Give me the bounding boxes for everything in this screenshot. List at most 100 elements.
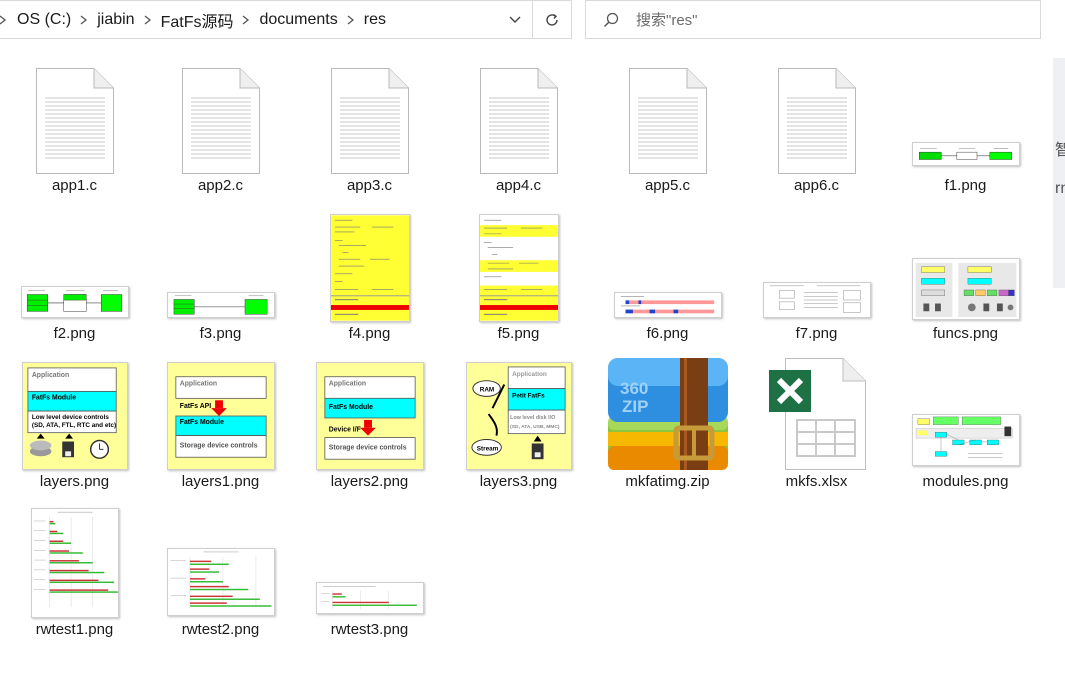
breadcrumb-folder[interactable]: jiabin [93, 11, 138, 29]
c-file-icon [444, 58, 593, 174]
file-name: f3.png [199, 325, 242, 342]
thumb-text: Stream [476, 445, 498, 452]
c-file-icon [0, 58, 149, 174]
chevron-right-icon[interactable] [237, 1, 255, 39]
thumb-text: Application [512, 371, 547, 378]
c-file-icon [742, 58, 891, 174]
image-thumbnail [295, 206, 444, 322]
file-name: f6.png [646, 325, 689, 342]
breadcrumb-drive[interactable]: OS (C:) [13, 11, 75, 29]
image-thumbnail [891, 354, 1040, 470]
file-name: rwtest3.png [330, 621, 409, 638]
file-name: layers2.png [330, 473, 409, 490]
file-item[interactable]: f4.png [295, 206, 444, 354]
file-name: layers1.png [181, 473, 260, 490]
file-item[interactable]: app2.c [146, 58, 295, 206]
chevron-right-icon[interactable] [75, 1, 93, 39]
search-placeholder: 搜索"res" [636, 12, 698, 29]
breadcrumb-current[interactable]: res [360, 11, 390, 29]
file-item[interactable]: RAM Stream Application Petit FatFs Low l… [444, 354, 593, 502]
image-thumbnail [295, 502, 444, 618]
file-item[interactable]: app6.c [742, 58, 891, 206]
address-history-button[interactable] [499, 1, 531, 38]
image-thumbnail [593, 206, 742, 322]
file-name: layers.png [39, 473, 110, 490]
file-name: funcs.png [932, 325, 999, 342]
file-name: app5.c [644, 177, 691, 194]
file-name: app4.c [495, 177, 542, 194]
thumb-text: Storage device controls [328, 444, 406, 451]
thumb-text: Device I/F [328, 427, 360, 434]
file-name: mkfs.xlsx [785, 473, 848, 490]
thumb-text: (SD, ATA, USB, MMC) [510, 424, 560, 430]
file-name: f4.png [348, 325, 391, 342]
search-box[interactable]: 搜索"res" [585, 0, 1041, 39]
file-item[interactable]: modules.png [891, 354, 1040, 502]
chevron-right-icon[interactable] [139, 1, 157, 39]
breadcrumb-folder[interactable]: FatFs源码 [157, 8, 238, 32]
file-item[interactable]: rwtest2.png [146, 502, 295, 650]
c-file-icon [295, 58, 444, 174]
chevron-right-icon[interactable] [0, 1, 13, 39]
thumb-text: Storage device controls [179, 442, 257, 449]
breadcrumb: OS (C:) jiabin FatFs源码 documents res [0, 1, 390, 39]
thumb-text: Petit FatFs [512, 392, 545, 399]
search-icon [586, 1, 636, 38]
thumb-text: FatFs Module [31, 394, 75, 401]
excel-file-icon [742, 354, 891, 470]
image-thumbnail [742, 206, 891, 322]
thumb-text: RAM [479, 386, 493, 393]
file-item[interactable]: 360 ZIP mkfatimg.zip [593, 354, 742, 502]
file-item[interactable]: Application FatFs Module Device I/F Stor… [295, 354, 444, 502]
image-thumbnail [444, 206, 593, 322]
thumb-text: 360 [620, 379, 648, 398]
file-name: f2.png [53, 325, 96, 342]
file-item[interactable]: app5.c [593, 58, 742, 206]
file-item[interactable]: f2.png [0, 206, 149, 354]
file-item[interactable]: app1.c [0, 58, 149, 206]
edge-glyph: rn [1055, 180, 1065, 197]
file-item[interactable]: mkfs.xlsx [742, 354, 891, 502]
thumb-text: Low level disk I/O [510, 415, 555, 421]
thumb-text: (SD, ATA, FTL, RTC and etc) [31, 422, 115, 429]
file-item[interactable]: rwtest3.png [295, 502, 444, 650]
c-file-icon [593, 58, 742, 174]
file-name: rwtest2.png [181, 621, 260, 638]
file-name: modules.png [922, 473, 1009, 490]
file-item[interactable]: app4.c [444, 58, 593, 206]
file-name: layers3.png [479, 473, 558, 490]
file-name: f5.png [497, 325, 540, 342]
file-item[interactable]: f7.png [742, 206, 891, 354]
file-item[interactable]: f1.png [891, 58, 1040, 206]
image-thumbnail: RAM Stream Application Petit FatFs Low l… [444, 354, 593, 470]
thumb-text: ZIP [622, 397, 648, 416]
file-item[interactable]: app3.c [295, 58, 444, 206]
file-item[interactable]: f5.png [444, 206, 593, 354]
file-name: mkfatimg.zip [625, 473, 710, 490]
image-thumbnail: Application FatFs API FatFs Module Stora… [146, 354, 295, 470]
edge-glyph: 智 [1055, 142, 1065, 159]
thumb-text: FatFs Module [328, 404, 372, 411]
thumb-text: Application [328, 381, 365, 388]
breadcrumb-folder[interactable]: documents [255, 11, 341, 29]
thumb-text: FatFs API [179, 403, 210, 410]
thumb-text: Application [31, 372, 68, 379]
file-name: app1.c [51, 177, 98, 194]
address-bar[interactable]: OS (C:) jiabin FatFs源码 documents res [0, 0, 533, 39]
side-pane-edge: 智 rn [1053, 58, 1065, 288]
chevron-right-icon[interactable] [342, 1, 360, 39]
file-name: f7.png [795, 325, 838, 342]
file-name: f1.png [944, 177, 987, 194]
thumb-text: Application [179, 381, 216, 388]
refresh-button[interactable] [533, 0, 572, 39]
thumb-text: FatFs Module [179, 419, 223, 426]
file-item[interactable]: f3.png [146, 206, 295, 354]
file-name: app3.c [346, 177, 393, 194]
file-item[interactable]: f6.png [593, 206, 742, 354]
image-thumbnail [891, 58, 1040, 174]
image-thumbnail [0, 502, 149, 618]
file-item[interactable]: rwtest1.png [0, 502, 149, 650]
file-item[interactable]: Application FatFs Module Low level devic… [0, 354, 149, 502]
file-item[interactable]: Application FatFs API FatFs Module Stora… [146, 354, 295, 502]
file-item[interactable]: funcs.png [891, 206, 1040, 354]
